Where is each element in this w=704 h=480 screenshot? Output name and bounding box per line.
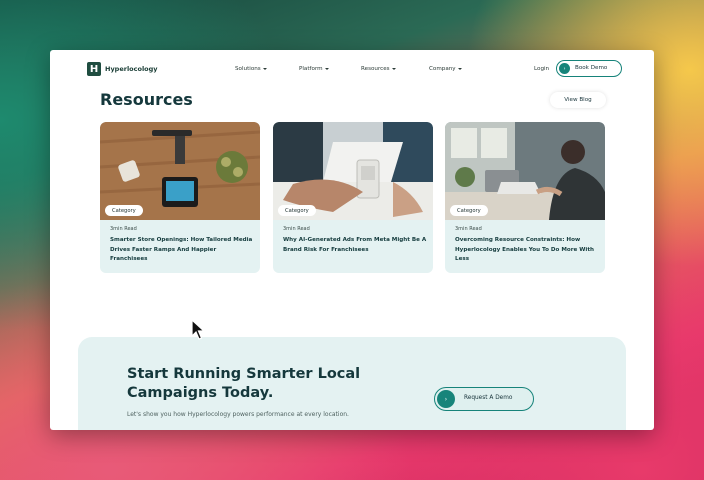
card-title[interactable]: Overcoming Resource Constraints: How Hyp… bbox=[455, 236, 600, 265]
arrow-right-icon: › bbox=[437, 390, 455, 408]
section-title: Resources bbox=[100, 90, 193, 109]
brand-logo[interactable]: H Hyperlocology bbox=[87, 62, 158, 76]
chevron-down-icon bbox=[324, 68, 329, 70]
top-navigation: H Hyperlocology Solutions Platform Resou… bbox=[50, 50, 654, 88]
chevron-down-icon bbox=[262, 68, 267, 70]
nav-item-label: Resources bbox=[361, 66, 390, 72]
read-time: 3min Read bbox=[283, 226, 310, 232]
book-demo-button[interactable]: › Book Demo bbox=[556, 60, 622, 77]
arrow-right-icon: › bbox=[559, 63, 570, 74]
resource-card[interactable]: Category 3min Read Overcoming Resource C… bbox=[445, 122, 605, 273]
mouse-pointer-icon bbox=[191, 319, 205, 340]
card-title[interactable]: Smarter Store Openings: How Tailored Med… bbox=[110, 236, 255, 265]
nav-item-resources[interactable]: Resources bbox=[361, 66, 396, 72]
card-title[interactable]: Why AI-Generated Ads From Meta Might Be … bbox=[283, 236, 428, 255]
request-demo-label: Request A Demo bbox=[464, 395, 513, 401]
nav-item-solutions[interactable]: Solutions bbox=[235, 66, 267, 72]
chevron-down-icon bbox=[391, 68, 396, 70]
book-demo-label: Book Demo bbox=[575, 65, 608, 71]
category-badge[interactable]: Category bbox=[105, 205, 143, 216]
cta-title: Start Running Smarter Local Campaigns To… bbox=[127, 366, 361, 401]
logo-mark: H bbox=[87, 62, 101, 76]
category-badge[interactable]: Category bbox=[450, 205, 488, 216]
cta-subtitle: Let's show you how Hyperlocology powers … bbox=[127, 411, 349, 418]
chevron-down-icon bbox=[457, 68, 462, 70]
read-time: 3min Read bbox=[110, 226, 137, 232]
nav-item-company[interactable]: Company bbox=[429, 66, 462, 72]
read-time: 3min Read bbox=[455, 226, 482, 232]
browser-window: H Hyperlocology Solutions Platform Resou… bbox=[50, 50, 654, 430]
nav-item-label: Solutions bbox=[235, 66, 261, 72]
request-demo-button[interactable]: › Request A Demo bbox=[434, 387, 534, 411]
nav-item-platform[interactable]: Platform bbox=[299, 66, 329, 72]
view-blog-button[interactable]: View Blog bbox=[550, 92, 606, 108]
category-badge[interactable]: Category bbox=[278, 205, 316, 216]
nav-item-label: Company bbox=[429, 66, 456, 72]
login-link[interactable]: Login bbox=[534, 66, 549, 72]
brand-name: Hyperlocology bbox=[105, 65, 158, 73]
nav-item-label: Platform bbox=[299, 66, 323, 72]
resource-card[interactable]: Category 3min Read Smarter Store Opening… bbox=[100, 122, 260, 273]
resource-card[interactable]: Category 3min Read Why AI-Generated Ads … bbox=[273, 122, 433, 273]
